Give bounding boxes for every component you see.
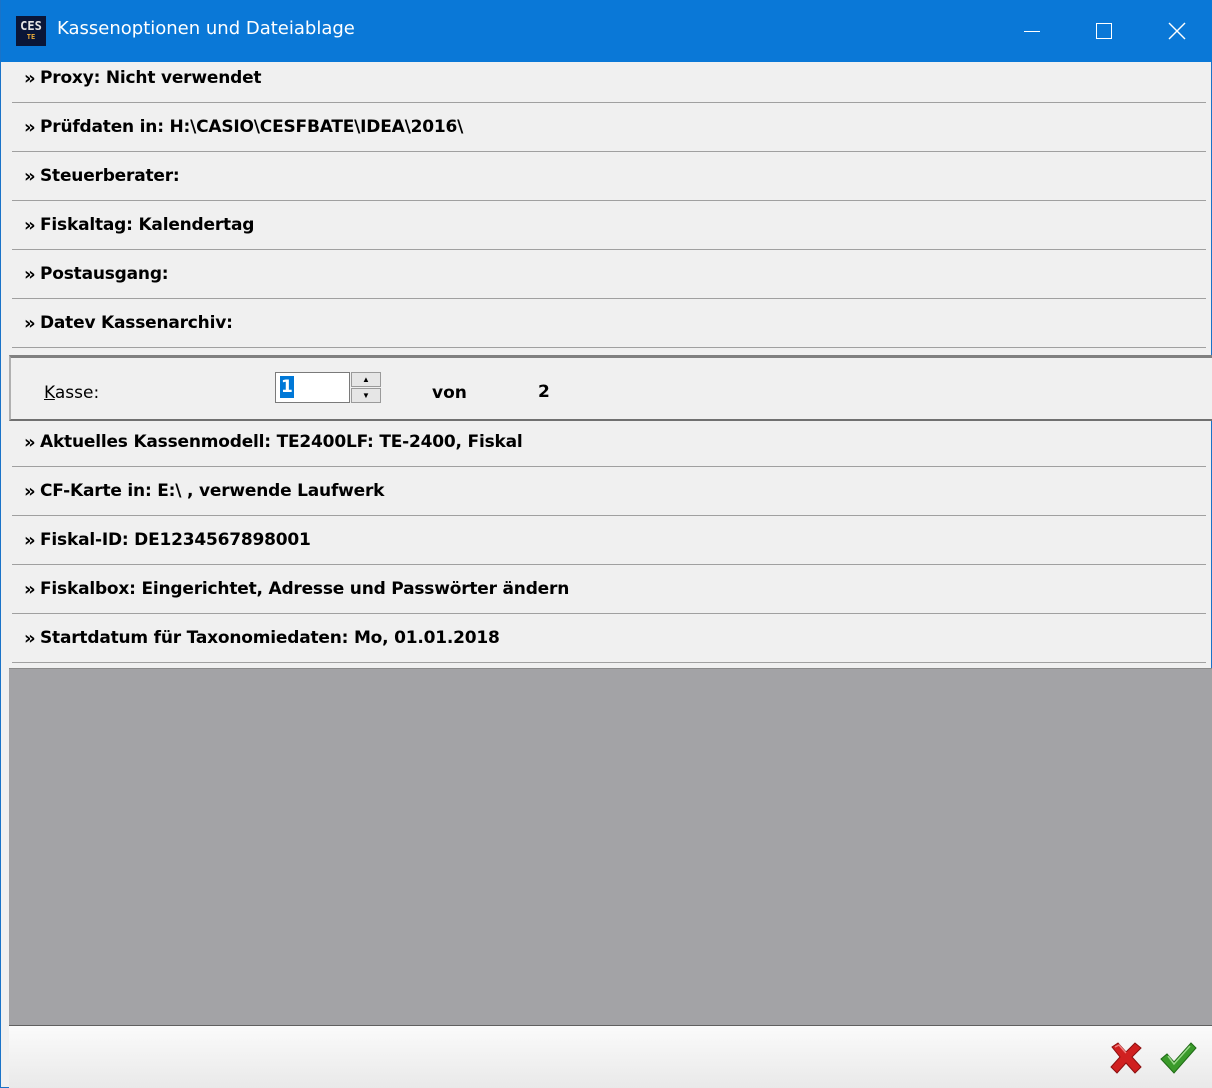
ok-button[interactable] — [1158, 1038, 1198, 1078]
option-label: Steuerberater: — [40, 166, 180, 186]
chevron-icon: » — [24, 214, 36, 236]
option-label: Fiskal-ID: DE1234567898001 — [40, 530, 311, 550]
option-steuerberater[interactable]: » Steuerberater: — [12, 152, 1206, 201]
option-pruefdaten[interactable]: » Prüfdaten in: H:\CASIO\CESFBATE\IDEA\2… — [12, 103, 1206, 152]
maximize-icon — [1096, 23, 1112, 39]
minimize-icon — [1024, 30, 1040, 32]
kasse-spinner: ▲ ▼ — [351, 372, 381, 403]
spin-down-button[interactable]: ▼ — [351, 388, 381, 403]
chevron-icon: » — [24, 263, 36, 285]
empty-content-area — [9, 668, 1212, 1025]
chevron-icon: » — [24, 312, 36, 334]
chevron-icon: » — [24, 578, 36, 600]
option-label: Fiskaltag: Kalendertag — [40, 215, 255, 235]
maximize-button[interactable] — [1068, 0, 1140, 62]
option-cf-karte[interactable]: » CF-Karte in: E:\ , verwende Laufwerk — [12, 467, 1206, 516]
window-title: Kassenoptionen und Dateiablage — [57, 18, 355, 39]
chevron-icon: » — [24, 627, 36, 649]
option-label: Prüfdaten in: H:\CASIO\CESFBATE\IDEA\201… — [40, 117, 464, 137]
option-proxy[interactable]: » Proxy: Nicht verwendet — [12, 54, 1206, 103]
cancel-x-icon — [1110, 1042, 1142, 1074]
chevron-up-icon: ▲ — [362, 375, 370, 384]
chevron-icon: » — [24, 529, 36, 551]
chevron-icon: » — [24, 480, 36, 502]
chevron-icon: » — [24, 67, 36, 89]
option-postausgang[interactable]: » Postausgang: — [12, 250, 1206, 299]
chevron-icon: » — [24, 116, 36, 138]
option-label: Postausgang: — [40, 264, 169, 284]
option-label: Aktuelles Kassenmodell: TE2400LF: TE-240… — [40, 432, 523, 452]
title-bar[interactable]: CES TE Kassenoptionen und Dateiablage — [1, 0, 1212, 62]
option-kassenmodell[interactable]: » Aktuelles Kassenmodell: TE2400LF: TE-2… — [12, 418, 1206, 467]
app-icon: CES TE — [16, 16, 46, 46]
of-label: von — [432, 383, 467, 403]
kasse-total: 2 — [538, 382, 550, 402]
close-icon — [1168, 22, 1186, 40]
cancel-button[interactable] — [1106, 1038, 1146, 1078]
app-icon-subtext: TE — [26, 33, 36, 41]
option-label: Startdatum für Taxonomiedaten: Mo, 01.01… — [40, 628, 500, 648]
kasse-number-value: 1 — [280, 376, 294, 398]
option-fiskaltag[interactable]: » Fiskaltag: Kalendertag — [12, 201, 1206, 250]
kasse-label-rest: asse: — [54, 383, 100, 403]
kasse-selector-panel: Kasse: 1 ▲ ▼ von 2 — [9, 355, 1212, 421]
app-icon-text: CES — [20, 19, 42, 33]
option-fiskalbox[interactable]: » Fiskalbox: Eingerichtet, Adresse und P… — [12, 565, 1206, 614]
minimize-button[interactable] — [996, 0, 1068, 62]
option-label: CF-Karte in: E:\ , verwende Laufwerk — [40, 481, 385, 501]
close-button[interactable] — [1141, 0, 1212, 62]
option-fiskal-id[interactable]: » Fiskal-ID: DE1234567898001 — [12, 516, 1206, 565]
dialog-window: CES TE Kassenoptionen und Dateiablage » … — [0, 0, 1212, 1088]
chevron-icon: » — [24, 165, 36, 187]
option-label: Proxy: Nicht verwendet — [40, 68, 262, 88]
chevron-down-icon: ▼ — [362, 391, 370, 400]
kasse-number-input[interactable]: 1 — [275, 372, 350, 403]
option-label: Datev Kassenarchiv: — [40, 313, 233, 333]
option-label: Fiskalbox: Eingerichtet, Adresse und Pas… — [40, 579, 570, 599]
checkmark-icon — [1160, 1042, 1197, 1074]
kasse-label-accel: K — [44, 383, 55, 403]
spin-up-button[interactable]: ▲ — [351, 372, 381, 387]
option-startdatum-taxonomie[interactable]: » Startdatum für Taxonomiedaten: Mo, 01.… — [12, 614, 1206, 663]
option-datev-kassenarchiv[interactable]: » Datev Kassenarchiv: — [12, 299, 1206, 348]
kasse-label: Kasse: — [44, 383, 99, 403]
dialog-footer — [9, 1025, 1212, 1088]
chevron-icon: » — [24, 431, 36, 453]
